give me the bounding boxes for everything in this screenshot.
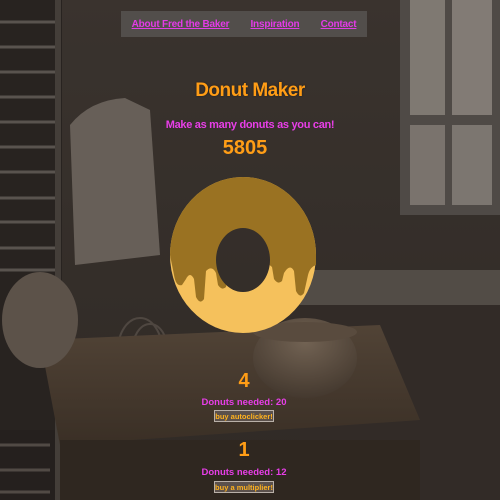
multiplier-count: 1 <box>238 439 250 461</box>
page-title: Donut Maker <box>195 80 305 101</box>
autoclicker-cost-label: Donuts needed: 20 <box>201 397 287 408</box>
nav-link-inspiration[interactable]: Inspiration <box>250 19 299 30</box>
donut-count: 5805 <box>222 137 268 159</box>
top-nav: About Fred the Baker Inspiration Contact <box>121 11 367 37</box>
nav-link-contact[interactable]: Contact <box>321 19 357 30</box>
buy-autoclicker-button[interactable]: buy autoclicker! <box>214 410 274 422</box>
donut-icon <box>170 177 316 333</box>
nav-link-about[interactable]: About Fred the Baker <box>132 19 230 30</box>
autoclicker-count: 4 <box>238 370 250 392</box>
page-subtitle: Make as many donuts as you can! <box>165 119 335 131</box>
buy-multiplier-button[interactable]: buy a multiplier! <box>214 481 274 493</box>
multiplier-cost-label: Donuts needed: 12 <box>201 467 287 478</box>
donut-click-button[interactable] <box>170 175 320 333</box>
